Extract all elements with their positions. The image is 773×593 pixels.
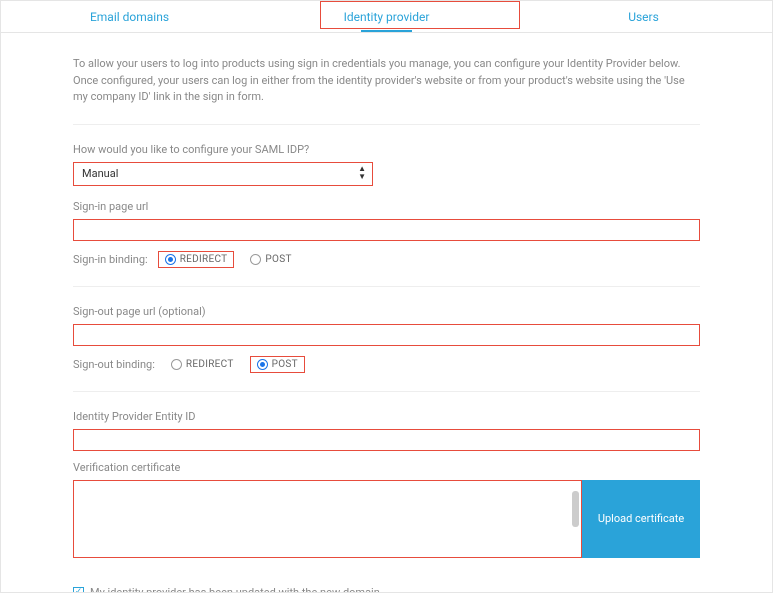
signin-url-label: Sign-in page url (73, 200, 700, 213)
signin-binding-row: Sign-in binding: REDIRECT POST (73, 251, 700, 268)
updated-checkbox-label: My identity provider has been updated wi… (90, 586, 380, 593)
checkbox-icon: ✓ (73, 587, 84, 593)
radio-icon (250, 254, 261, 265)
config-method-value: Manual (74, 163, 372, 184)
signin-binding-post[interactable]: POST (244, 252, 297, 267)
radio-label: POST (265, 254, 291, 265)
signin-binding-label: Sign-in binding: (73, 253, 148, 266)
intro-text: To allow your users to log into products… (73, 56, 700, 106)
tab-email-domains[interactable]: Email domains (1, 1, 258, 32)
select-arrows-icon: ▲▼ (358, 165, 366, 181)
separator (73, 286, 700, 287)
signout-url-input[interactable] (73, 324, 700, 346)
config-method-select[interactable]: Manual ▲▼ (73, 162, 373, 186)
separator (73, 124, 700, 125)
tab-users[interactable]: Users (515, 1, 772, 32)
cert-row: Upload certificate (73, 480, 700, 558)
signin-binding-redirect[interactable]: REDIRECT (158, 251, 235, 268)
cert-textarea[interactable] (73, 480, 582, 558)
upload-certificate-button[interactable]: Upload certificate (582, 480, 700, 558)
signout-binding-post[interactable]: POST (250, 356, 305, 373)
signout-url-label: Sign-out page url (optional) (73, 305, 700, 318)
signout-binding-label: Sign-out binding: (73, 358, 155, 371)
radio-icon (171, 359, 182, 370)
signout-binding-row: Sign-out binding: REDIRECT POST (73, 356, 700, 373)
radio-icon (165, 254, 176, 265)
separator (73, 391, 700, 392)
radio-icon (257, 359, 268, 370)
signin-url-input[interactable] (73, 219, 700, 241)
content-area: To allow your users to log into products… (1, 33, 772, 593)
tab-identity-provider[interactable]: Identity provider (258, 1, 515, 32)
radio-label: REDIRECT (180, 254, 228, 265)
config-method-label: How would you like to configure your SAM… (73, 143, 700, 156)
updated-checkbox-row[interactable]: ✓ My identity provider has been updated … (73, 586, 700, 593)
entity-id-input[interactable] (73, 429, 700, 451)
entity-id-label: Identity Provider Entity ID (73, 410, 700, 423)
cert-label: Verification certificate (73, 461, 700, 474)
signout-binding-redirect[interactable]: REDIRECT (165, 357, 240, 372)
radio-label: REDIRECT (186, 359, 234, 370)
settings-panel: Email domains Identity provider Users To… (0, 0, 773, 593)
tab-bar: Email domains Identity provider Users (1, 1, 772, 33)
radio-label: POST (272, 359, 298, 370)
